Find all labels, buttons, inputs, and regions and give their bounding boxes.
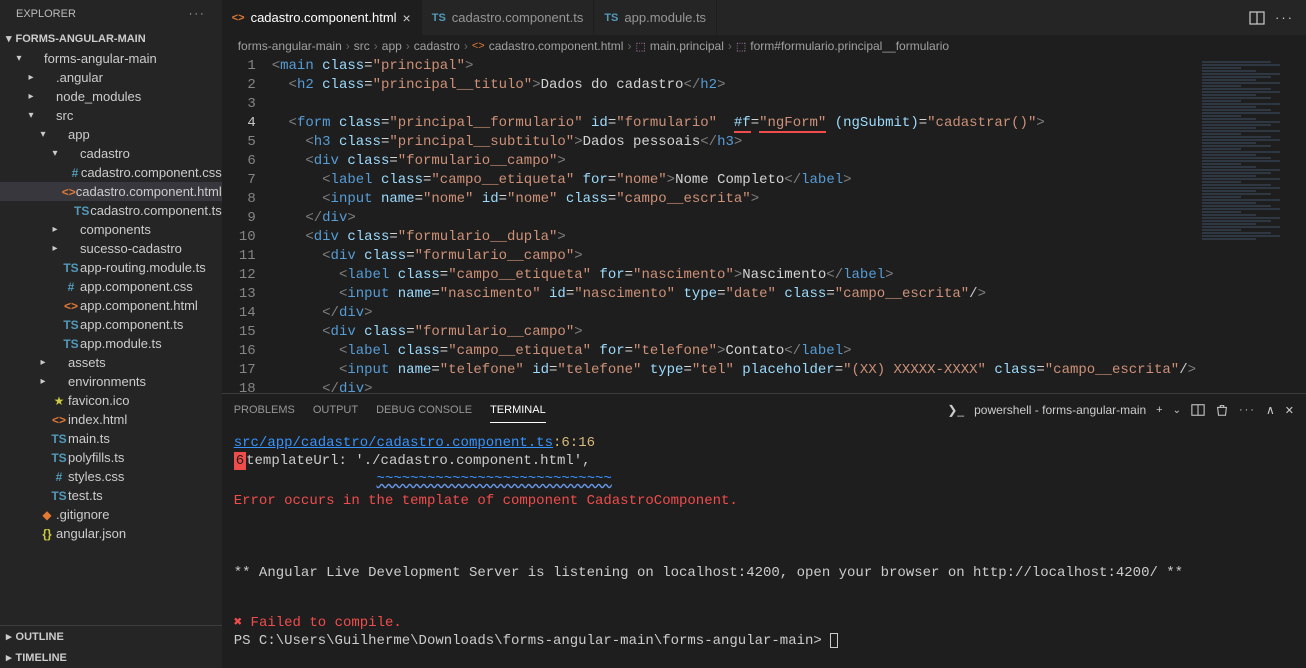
breadcrumb-segment[interactable]: forms-angular-main (238, 39, 342, 53)
terminal-error-linenum: 6 (234, 452, 246, 470)
breadcrumb-segment[interactable]: form#formulario.principal__formulario (750, 39, 949, 53)
code-editor[interactable]: 123456789101112131415161718 <main class=… (222, 57, 1306, 393)
close-tab-icon[interactable]: × (403, 10, 411, 26)
tab-output[interactable]: OUTPUT (313, 398, 358, 422)
terminal-prompt: PS C:\Users\Guilherme\Downloads\forms-an… (234, 633, 831, 649)
terminal-shell-icon: ❯_ (947, 403, 964, 417)
breadcrumb-segment[interactable]: cadastro (414, 39, 460, 53)
breadcrumb-segment[interactable]: cadastro.component.html (489, 39, 624, 53)
code-content[interactable]: <main class="principal"> <h2 class="prin… (272, 57, 1196, 393)
kill-terminal-icon[interactable] (1215, 403, 1229, 417)
new-terminal-icon[interactable]: + (1156, 404, 1162, 416)
tree-item-cadastro[interactable]: ▾cadastro (0, 144, 222, 163)
explorer-title: EXPLORER (16, 8, 76, 20)
breadcrumbs[interactable]: forms-angular-main›src›app›cadastro›<>ca… (222, 35, 1306, 57)
editor-tab-cadastro-component-html[interactable]: <>cadastro.component.html× (222, 0, 422, 35)
tree-item--angular[interactable]: ▸.angular (0, 68, 222, 87)
tab-terminal[interactable]: TERMINAL (490, 398, 546, 423)
file-tree[interactable]: ▾forms-angular-main▸.angular▸node_module… (0, 49, 222, 625)
symbol-icon: ⬚ (635, 40, 645, 53)
tree-item-src[interactable]: ▾src (0, 106, 222, 125)
terminal-cursor (830, 633, 838, 648)
timeline-section[interactable]: ▸ TIMELINE (0, 647, 222, 668)
tree-item-test-ts[interactable]: TStest.ts (0, 486, 222, 505)
sidebar-bottom-sections: ▸ OUTLINE ▸ TIMELINE (0, 625, 222, 668)
tree-item-cadastro-component-html[interactable]: <>cadastro.component.html (0, 182, 222, 201)
tree-item-app-component-css[interactable]: #app.component.css (0, 277, 222, 296)
tree-item-app-component-ts[interactable]: TSapp.component.ts (0, 315, 222, 334)
tree-item-angular-json[interactable]: {}angular.json (0, 524, 222, 543)
tree-item-index-html[interactable]: <>index.html (0, 410, 222, 429)
explorer-header: EXPLORER ··· (0, 0, 222, 28)
outline-section[interactable]: ▸ OUTLINE (0, 626, 222, 647)
terminal-error-msg: Error occurs in the template of componen… (234, 492, 1294, 510)
tree-item-app-component-html[interactable]: <>app.component.html (0, 296, 222, 315)
tree-item-node-modules[interactable]: ▸node_modules (0, 87, 222, 106)
panel-tabs: PROBLEMS OUTPUT DEBUG CONSOLE TERMINAL ❯… (222, 394, 1306, 426)
tree-item-polyfills-ts[interactable]: TSpolyfills.ts (0, 448, 222, 467)
tree-item-sucesso-cadastro[interactable]: ▸sucesso-cadastro (0, 239, 222, 258)
tree-item-app-routing-module-ts[interactable]: TSapp-routing.module.ts (0, 258, 222, 277)
terminal-fail: ✖ Failed to compile. (234, 614, 1294, 632)
chevron-down-icon: ▾ (6, 32, 12, 45)
terminal-src-link[interactable]: src/app/cadastro/cadastro.component.ts (234, 435, 553, 451)
explorer-sidebar: EXPLORER ··· ▾ FORMS-ANGULAR-MAIN ▾forms… (0, 0, 222, 668)
terminal-dropdown-icon[interactable]: ⌄ (1173, 405, 1181, 416)
maximize-panel-icon[interactable]: ∧ (1266, 403, 1275, 417)
explorer-more-icon[interactable]: ··· (189, 8, 206, 20)
chevron-right-icon: ▸ (6, 630, 12, 643)
symbol-icon: ⬚ (736, 40, 746, 53)
tree-item-app-module-ts[interactable]: TSapp.module.ts (0, 334, 222, 353)
split-terminal-icon[interactable] (1191, 403, 1205, 417)
tree-item-components[interactable]: ▸components (0, 220, 222, 239)
editor-tab-app-module-ts[interactable]: TSapp.module.ts (594, 0, 717, 35)
bottom-panel: PROBLEMS OUTPUT DEBUG CONSOLE TERMINAL ❯… (222, 393, 1306, 668)
project-name: FORMS-ANGULAR-MAIN (16, 33, 146, 45)
minimap[interactable] (1196, 57, 1306, 393)
chevron-right-icon: ▸ (6, 651, 12, 664)
tree-item-app[interactable]: ▾app (0, 125, 222, 144)
terminal-body[interactable]: src/app/cadastro/cadastro.component.ts:6… (222, 426, 1306, 668)
editor-tabs: <>cadastro.component.html×TScadastro.com… (222, 0, 1306, 35)
close-panel-icon[interactable]: ✕ (1285, 404, 1294, 417)
tree-item-forms-angular-main[interactable]: ▾forms-angular-main (0, 49, 222, 68)
tree-item-main-ts[interactable]: TSmain.ts (0, 429, 222, 448)
line-gutter: 123456789101112131415161718 (222, 57, 272, 393)
main-area: <>cadastro.component.html×TScadastro.com… (222, 0, 1306, 668)
tab-debug-console[interactable]: DEBUG CONSOLE (376, 398, 472, 422)
breadcrumb-segment[interactable]: src (354, 39, 370, 53)
panel-more-icon[interactable]: ··· (1239, 404, 1256, 416)
editor-actions: ··· (1249, 0, 1306, 35)
html-icon: <> (472, 40, 485, 52)
tree-item-cadastro-component-css[interactable]: #cadastro.component.css (0, 163, 222, 182)
tree-item-assets[interactable]: ▸assets (0, 353, 222, 372)
tree-item-styles-css[interactable]: #styles.css (0, 467, 222, 486)
terminal-code-line: templateUrl: './cadastro.component.html'… (246, 452, 590, 470)
tab-problems[interactable]: PROBLEMS (234, 398, 295, 422)
project-section-header[interactable]: ▾ FORMS-ANGULAR-MAIN (0, 28, 222, 49)
terminal-selector[interactable]: powershell - forms-angular-main (974, 403, 1146, 417)
tree-item-environments[interactable]: ▸environments (0, 372, 222, 391)
split-editor-icon[interactable] (1249, 10, 1265, 26)
tab-more-icon[interactable]: ··· (1275, 10, 1294, 25)
tree-item-cadastro-component-ts[interactable]: TScadastro.component.ts (0, 201, 222, 220)
tree-item--gitignore[interactable]: ◆.gitignore (0, 505, 222, 524)
tree-item-favicon-ico[interactable]: ★favicon.ico (0, 391, 222, 410)
breadcrumb-segment[interactable]: app (382, 39, 402, 53)
terminal-live-server: ** Angular Live Development Server is li… (234, 564, 1294, 582)
editor-tab-cadastro-component-ts[interactable]: TScadastro.component.ts (422, 0, 595, 35)
breadcrumb-segment[interactable]: main.principal (650, 39, 724, 53)
